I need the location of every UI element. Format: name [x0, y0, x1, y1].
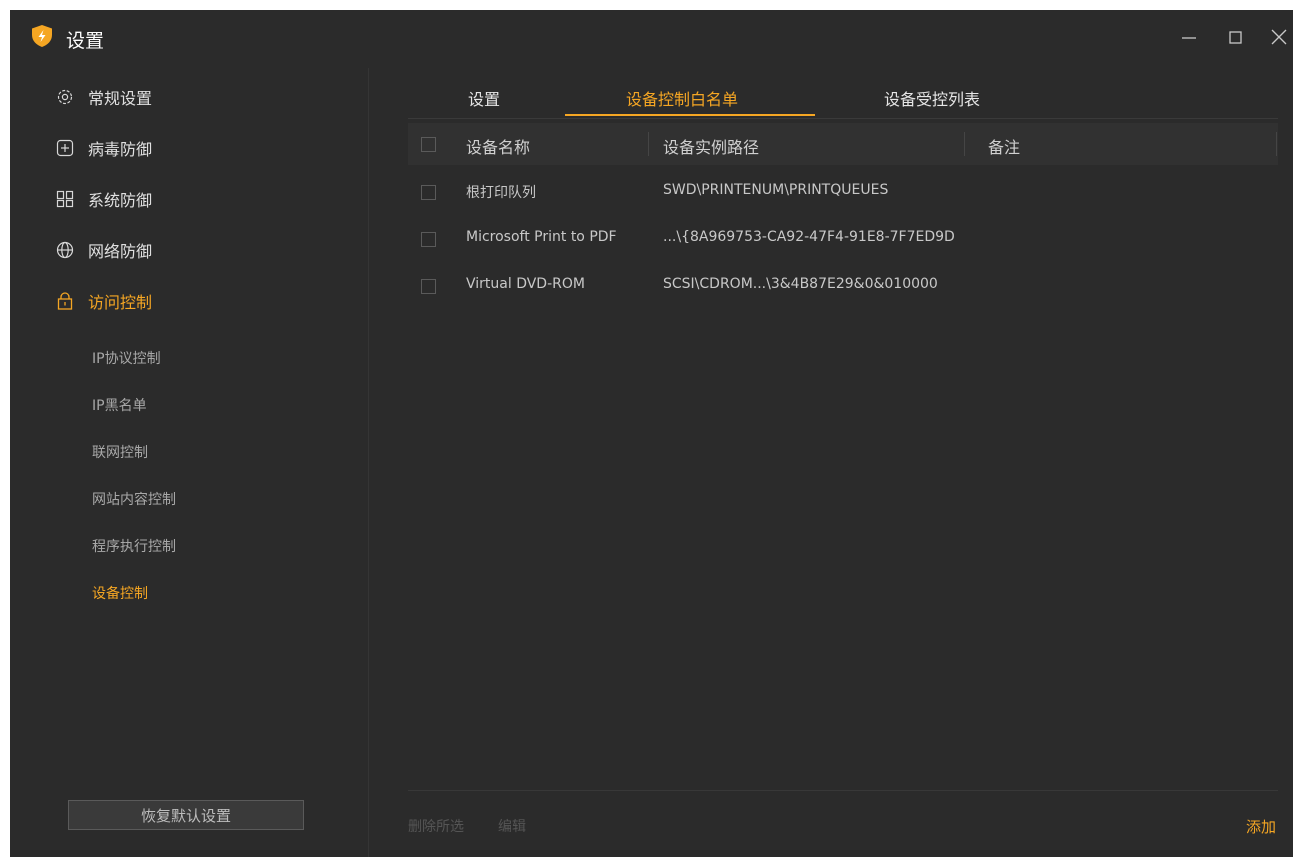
tab-controlled-device-list[interactable]: 设备受控列表 [884, 86, 980, 110]
column-header-instance-path[interactable]: 设备实例路径 [663, 134, 759, 158]
lock-icon [56, 292, 74, 310]
table-row[interactable]: Virtual DVD-ROM SCSI\CDROM...\3&4B87E29&… [408, 264, 1278, 310]
sidebar-item-label: 常规设置 [88, 89, 153, 108]
sidebar-item-virus-defense[interactable]: 病毒防御 [56, 133, 152, 163]
minimize-icon[interactable] [1176, 24, 1202, 50]
subitem-network-control[interactable]: 联网控制 [92, 442, 148, 462]
tab-settings[interactable]: 设置 [468, 86, 500, 110]
sidebar-item-label: 网络防御 [88, 242, 153, 261]
add-button[interactable]: 添加 [1246, 816, 1276, 837]
column-header-device-name[interactable]: 设备名称 [466, 134, 530, 158]
delete-selected-button[interactable]: 删除所选 [408, 816, 464, 836]
grid-icon [56, 190, 74, 208]
edit-button[interactable]: 编辑 [498, 816, 526, 836]
subitem-website-content-control[interactable]: 网站内容控制 [92, 489, 176, 509]
sidebar-item-network-defense[interactable]: 网络防御 [56, 235, 152, 265]
column-separator[interactable] [1276, 132, 1277, 156]
column-header-note[interactable]: 备注 [988, 134, 1020, 158]
tabs-divider [408, 118, 1278, 119]
instance-path-cell: ...\{8A969753-CA92-47F4-91E8-7F7ED9D [663, 229, 955, 245]
sidebar-item-label: 访问控制 [88, 293, 153, 312]
subitem-ip-blacklist[interactable]: IP黑名单 [92, 395, 147, 415]
title-bar[interactable]: 设置 [10, 10, 1293, 68]
tab-device-control-whitelist[interactable]: 设备控制白名单 [626, 86, 738, 110]
device-name-cell: 根打印队列 [466, 185, 536, 201]
device-name-cell: Virtual DVD-ROM [466, 276, 585, 292]
sidebar-item-label: 病毒防御 [88, 140, 153, 159]
close-icon[interactable] [1266, 24, 1292, 50]
sidebar-item-general-settings[interactable]: 常规设置 [56, 82, 152, 112]
subitem-ip-protocol-control[interactable]: IP协议控制 [92, 348, 161, 368]
globe-icon [56, 241, 74, 259]
sidebar-item-label: 系统防御 [88, 191, 153, 210]
row-checkbox[interactable] [421, 232, 436, 247]
sidebar: 常规设置 病毒防御 系统防御 网络防御 访问控制 IP协议控制 IP黑名单 联网… [10, 68, 368, 857]
footer-divider [408, 790, 1278, 791]
table-row[interactable]: 根打印队列 SWD\PRINTENUM\PRINTQUEUES [408, 170, 1278, 216]
table-row[interactable]: Microsoft Print to PDF ...\{8A969753-CA9… [408, 217, 1278, 263]
instance-path-cell: SCSI\CDROM...\3&4B87E29&0&010000 [663, 276, 938, 292]
shield-logo-icon [32, 25, 52, 47]
maximize-icon[interactable] [1222, 24, 1248, 50]
gear-icon [56, 88, 74, 106]
sidebar-divider [368, 68, 369, 857]
row-checkbox[interactable] [421, 185, 436, 200]
column-separator[interactable] [964, 132, 965, 156]
device-name-cell: Microsoft Print to PDF [466, 229, 617, 245]
reset-defaults-button[interactable]: 恢复默认设置 [68, 800, 304, 830]
tab-bar: 设置 设备控制白名单 设备受控列表 [408, 80, 1278, 120]
subitem-program-execution-control[interactable]: 程序执行控制 [92, 536, 176, 556]
table-header: 设备名称 设备实例路径 备注 [408, 123, 1278, 165]
instance-path-cell: SWD\PRINTENUM\PRINTQUEUES [663, 182, 889, 198]
row-checkbox[interactable] [421, 279, 436, 294]
column-separator[interactable] [648, 132, 649, 156]
settings-window: 设置 常规设置 病毒防御 系统防御 网络防御 访问控制 IP协议控制 IP黑名单… [10, 10, 1293, 857]
sidebar-item-system-defense[interactable]: 系统防御 [56, 184, 152, 214]
window-title: 设置 [66, 30, 105, 52]
sidebar-item-access-control[interactable]: 访问控制 [56, 286, 152, 316]
plus-box-icon [56, 139, 74, 157]
active-tab-indicator [565, 114, 815, 116]
select-all-checkbox[interactable] [421, 137, 436, 152]
subitem-device-control[interactable]: 设备控制 [92, 583, 148, 603]
